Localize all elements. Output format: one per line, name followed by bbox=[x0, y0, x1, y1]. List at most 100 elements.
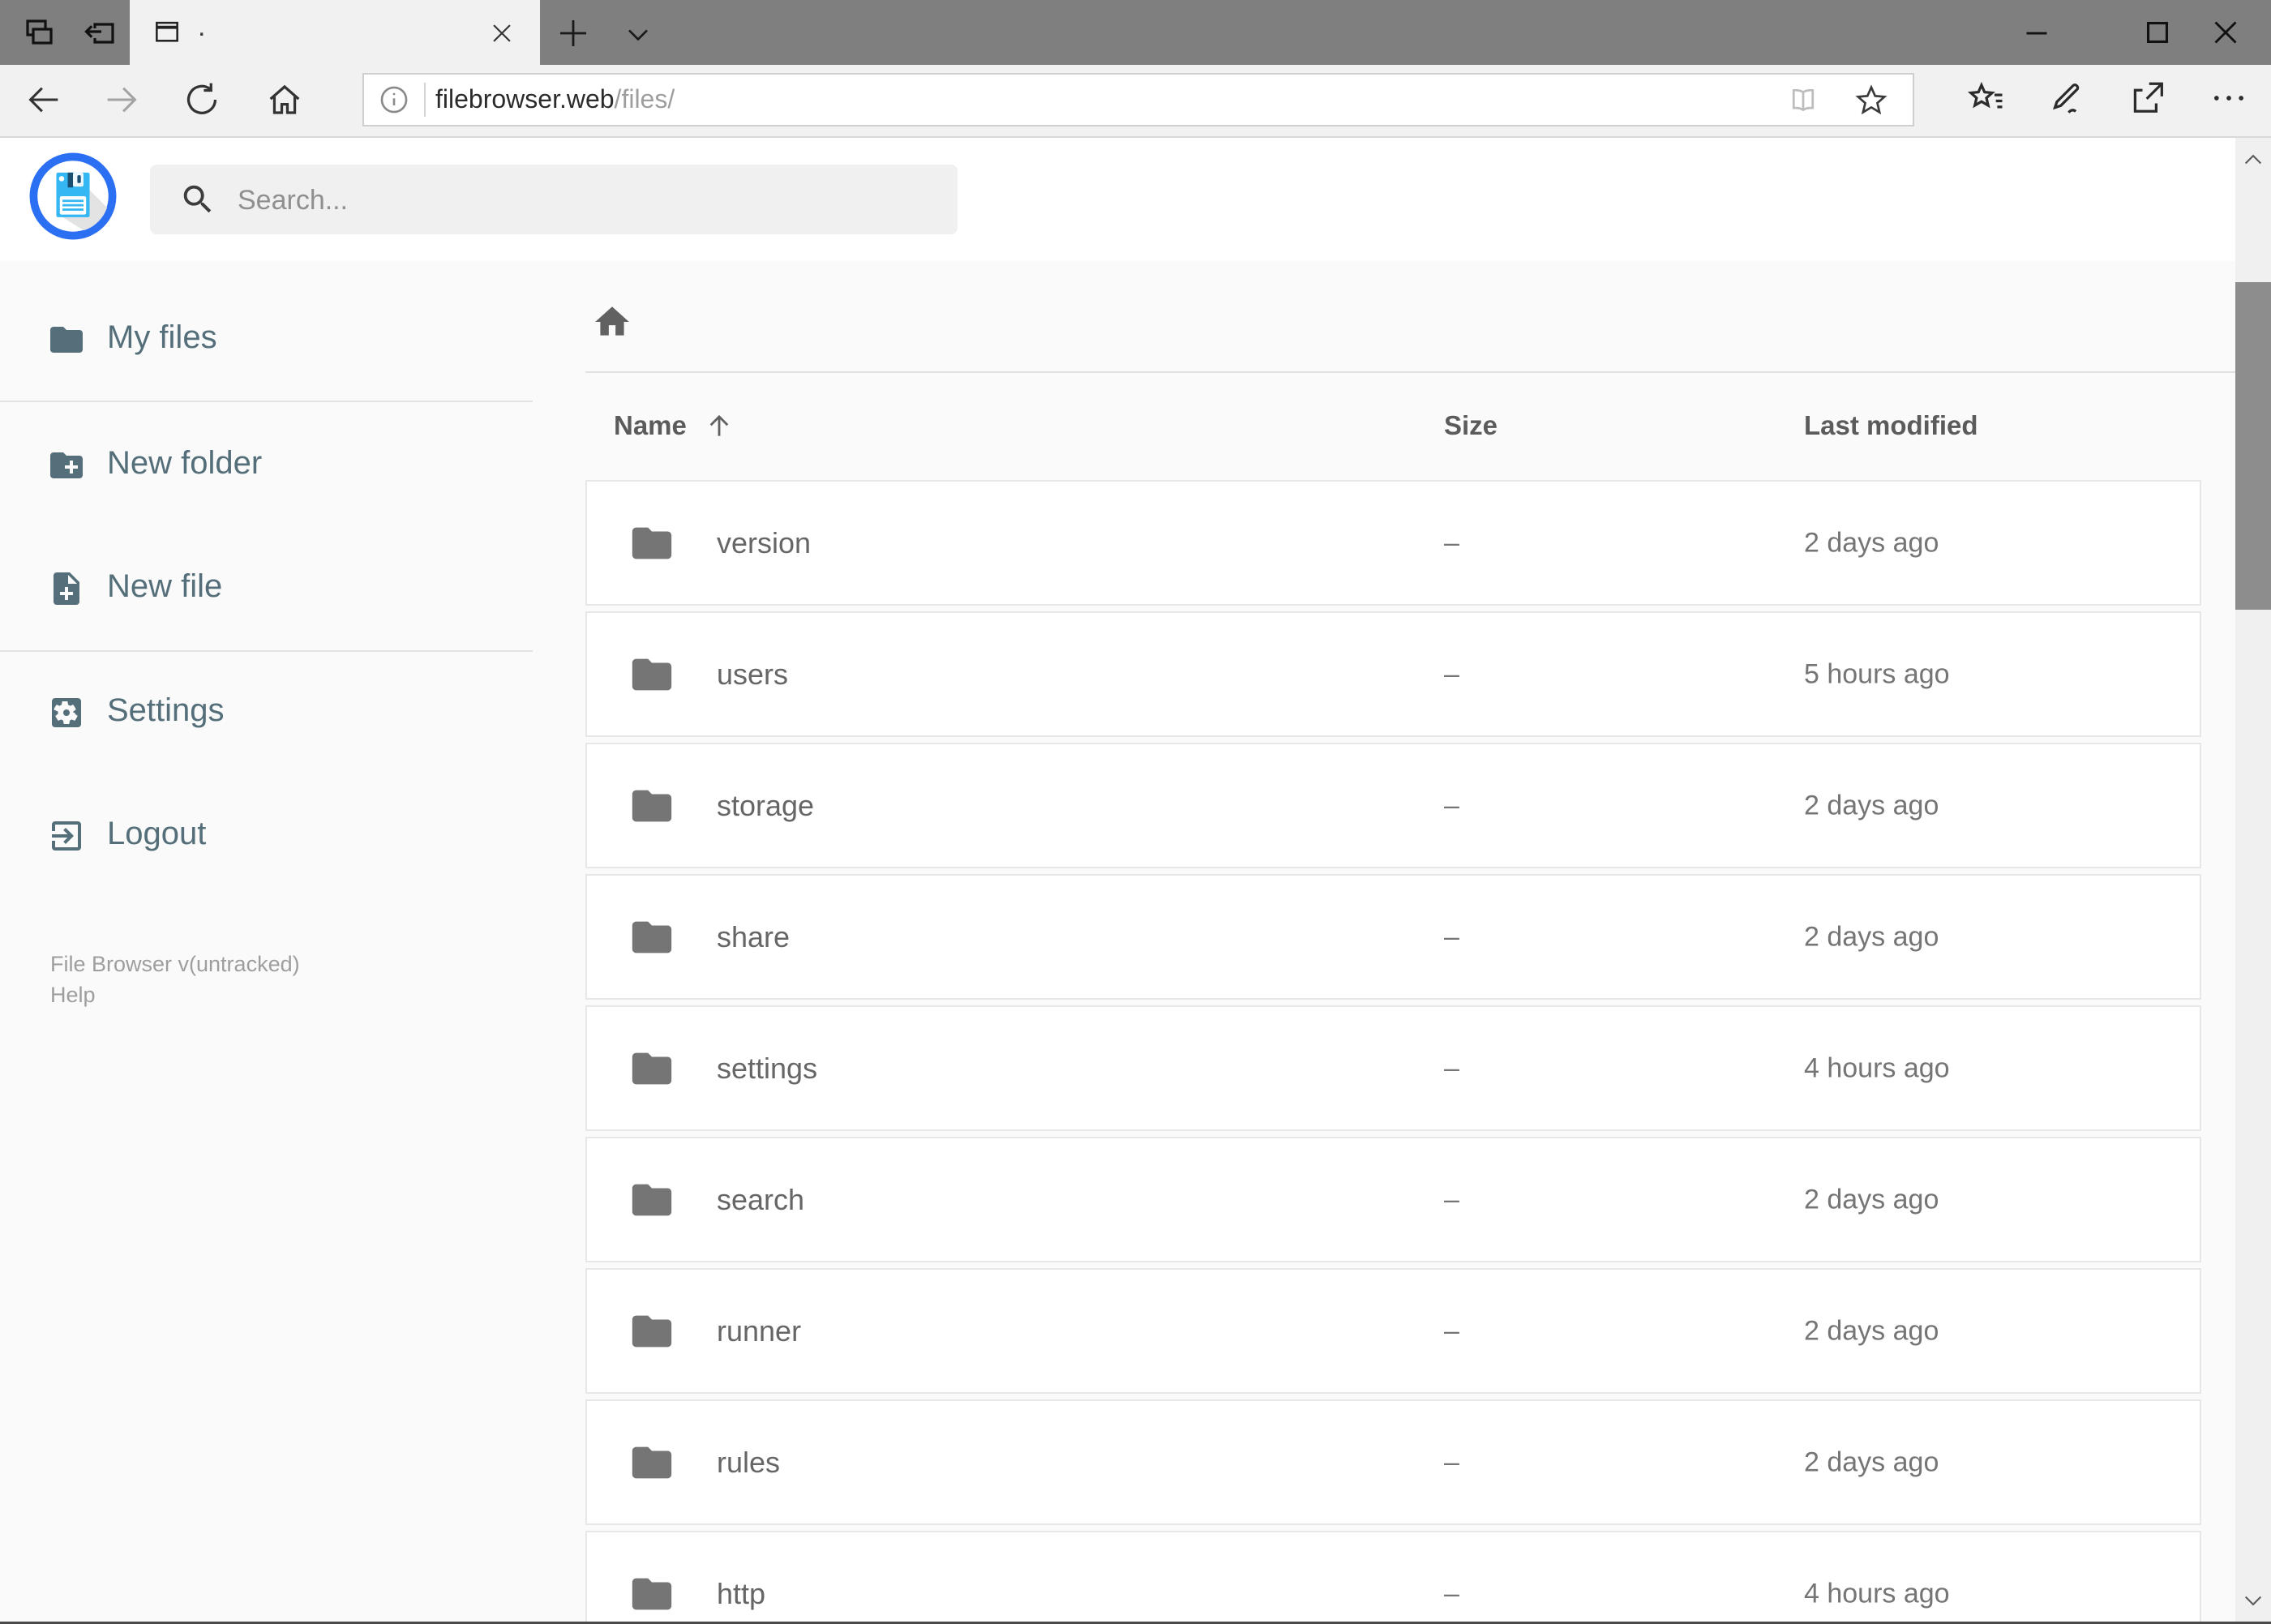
logout-icon bbox=[47, 816, 86, 855]
sidebar-item-my-files[interactable]: My files bbox=[0, 304, 568, 377]
sort-ascending-icon bbox=[709, 414, 729, 436]
sidebar-divider bbox=[0, 401, 533, 402]
folder-icon bbox=[628, 1045, 675, 1092]
file-name: share bbox=[717, 919, 791, 953]
file-modified: 2 days ago bbox=[1804, 921, 1939, 952]
browser-tab[interactable]: . bbox=[130, 0, 540, 65]
search-bar[interactable] bbox=[150, 165, 958, 236]
folder-icon bbox=[628, 1176, 675, 1223]
file-size: – bbox=[1444, 527, 1459, 558]
app-toolbar bbox=[0, 138, 2235, 358]
tab-title: . bbox=[198, 11, 206, 42]
file-size: – bbox=[1444, 921, 1459, 952]
file-name: http bbox=[717, 1576, 766, 1610]
tab-close-icon[interactable] bbox=[488, 19, 516, 47]
column-header-size[interactable]: Size bbox=[1444, 410, 1498, 441]
home-icon[interactable] bbox=[264, 79, 306, 121]
file-name: users bbox=[717, 657, 789, 691]
file-modified: 2 days ago bbox=[1804, 1184, 1939, 1215]
table-row-rules[interactable]: rules – 2 days ago bbox=[585, 1399, 2201, 1525]
table-row-share[interactable]: share – 2 days ago bbox=[585, 874, 2201, 1000]
table-row-search[interactable]: search – 2 days ago bbox=[585, 1137, 2201, 1262]
file-name: storage bbox=[717, 788, 815, 822]
reading-view-icon[interactable] bbox=[1785, 83, 1821, 118]
hub-favorites-icon[interactable] bbox=[1965, 77, 2007, 119]
folder-icon bbox=[628, 1308, 675, 1355]
listing-rows: version – 2 days ago users – 5 hours ago… bbox=[585, 480, 2201, 1624]
close-button[interactable] bbox=[2205, 12, 2246, 53]
url-text: filebrowser.web/files/ bbox=[435, 84, 675, 114]
file-size: – bbox=[1444, 1315, 1459, 1346]
file-size: – bbox=[1444, 1578, 1459, 1609]
sidebar-item-label: My files bbox=[107, 319, 217, 355]
table-row-version[interactable]: version – 2 days ago bbox=[585, 480, 2201, 606]
sidebar-item-label: Settings bbox=[107, 692, 225, 728]
new-folder-icon bbox=[47, 446, 86, 485]
filebrowser-logo[interactable] bbox=[29, 152, 117, 240]
app-version-text: File Browser v(untracked) bbox=[50, 952, 300, 976]
more-options-icon[interactable] bbox=[2208, 77, 2250, 119]
show-set-aside-tabs-icon[interactable] bbox=[18, 14, 57, 53]
file-modified: 2 days ago bbox=[1804, 790, 1939, 821]
url-bar[interactable]: filebrowser.web/files/ bbox=[362, 73, 1914, 126]
file-size: – bbox=[1444, 1052, 1459, 1083]
table-row-settings[interactable]: settings – 4 hours ago bbox=[585, 1005, 2201, 1131]
sidebar-item-label: New folder bbox=[107, 445, 263, 481]
scroll-up-icon[interactable] bbox=[2242, 149, 2265, 172]
file-size: – bbox=[1444, 1446, 1459, 1477]
share-icon[interactable] bbox=[2127, 77, 2169, 119]
refresh-icon[interactable] bbox=[181, 79, 223, 121]
file-name: settings bbox=[717, 1051, 818, 1085]
file-modified: 2 days ago bbox=[1804, 527, 1939, 558]
file-size: – bbox=[1444, 658, 1459, 689]
help-link[interactable]: Help bbox=[50, 983, 96, 1008]
app-body: My files New folder New file Settings Lo… bbox=[0, 261, 2235, 1624]
folder-icon bbox=[628, 782, 675, 829]
file-size: – bbox=[1444, 1184, 1459, 1215]
new-file-icon bbox=[47, 569, 86, 608]
scroll-down-icon[interactable] bbox=[2242, 1588, 2265, 1611]
file-size: – bbox=[1444, 790, 1459, 821]
search-input[interactable] bbox=[236, 165, 936, 236]
listing-header: Name Size Last modified bbox=[585, 405, 2235, 449]
file-modified: 2 days ago bbox=[1804, 1446, 1939, 1477]
maximize-button[interactable] bbox=[2137, 12, 2178, 53]
sidebar-item-new-file[interactable]: New file bbox=[0, 553, 568, 626]
browser-navbar: filebrowser.web/files/ bbox=[0, 65, 2271, 138]
forward-icon[interactable] bbox=[101, 79, 143, 121]
column-header-name[interactable]: Name bbox=[614, 410, 735, 441]
tab-page-icon bbox=[151, 17, 183, 48]
table-row-users[interactable]: users – 5 hours ago bbox=[585, 611, 2201, 737]
sidebar-item-settings[interactable]: Settings bbox=[0, 677, 568, 750]
folder-icon bbox=[628, 1439, 675, 1486]
column-header-modified[interactable]: Last modified bbox=[1804, 410, 1978, 441]
table-row-http[interactable]: http – 4 hours ago bbox=[585, 1531, 2201, 1624]
file-modified: 5 hours ago bbox=[1804, 658, 1950, 689]
back-icon[interactable] bbox=[23, 79, 65, 121]
sidebar-item-logout[interactable]: Logout bbox=[0, 800, 568, 873]
folder-icon bbox=[628, 914, 675, 961]
file-modified: 4 hours ago bbox=[1804, 1052, 1950, 1083]
settings-icon bbox=[47, 693, 86, 732]
search-icon bbox=[179, 181, 216, 218]
tab-preview-chevron-icon[interactable] bbox=[620, 16, 656, 52]
site-info-icon[interactable] bbox=[377, 83, 411, 117]
file-modified: 2 days ago bbox=[1804, 1315, 1939, 1346]
file-name: search bbox=[717, 1182, 805, 1216]
page-scrollbar[interactable] bbox=[2235, 138, 2271, 1624]
file-name: rules bbox=[717, 1445, 781, 1479]
url-separator bbox=[424, 83, 426, 117]
folder-icon bbox=[47, 320, 86, 359]
new-tab-button[interactable] bbox=[554, 14, 593, 53]
sidebar-item-new-folder[interactable]: New folder bbox=[0, 430, 568, 503]
minimize-button[interactable] bbox=[2016, 12, 2057, 53]
table-row-storage[interactable]: storage – 2 days ago bbox=[585, 743, 2201, 868]
table-row-runner[interactable]: runner – 2 days ago bbox=[585, 1268, 2201, 1394]
favorite-star-icon[interactable] bbox=[1853, 81, 1890, 118]
scrollbar-thumb[interactable] bbox=[2235, 282, 2271, 610]
folder-icon bbox=[628, 520, 675, 567]
breadcrumb-home-icon[interactable] bbox=[592, 302, 632, 342]
set-tabs-aside-icon[interactable] bbox=[78, 14, 120, 53]
breadcrumb-divider bbox=[585, 371, 2235, 373]
annotate-pen-icon[interactable] bbox=[2045, 77, 2087, 119]
